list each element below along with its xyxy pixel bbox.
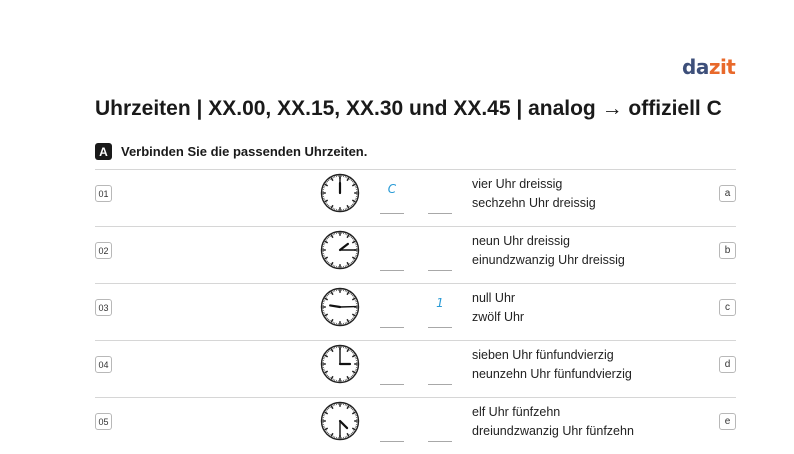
time-text: neun Uhr dreissigeinundzwanzig Uhr dreis…: [472, 232, 625, 269]
analog-clock: [320, 287, 360, 327]
answer-line-left: [380, 327, 404, 328]
item-letter: b: [719, 242, 736, 259]
item-letter: a: [719, 185, 736, 202]
row-divider: [95, 283, 736, 284]
exercise-row: 02 neun Uhr dreissigeinundzwanzig Uhr dre…: [95, 226, 736, 283]
instruction: A Verbinden Sie die passenden Uhrzeiten.: [95, 143, 367, 160]
exercise-row: 04 sieben Uhr fünfundvierzigneunzehn Uhr …: [95, 340, 736, 397]
item-number: 05: [95, 413, 112, 430]
time-text-line1: sieben Uhr fünfundvierzig: [472, 346, 632, 365]
time-text-line1: neun Uhr dreissig: [472, 232, 625, 251]
item-letter: c: [719, 299, 736, 316]
answer-right[interactable]: 1: [428, 296, 452, 310]
item-letter: d: [719, 356, 736, 373]
item-letter: e: [719, 413, 736, 430]
hour-hand: [330, 305, 340, 307]
time-text: sieben Uhr fünfundvierzigneunzehn Uhr fü…: [472, 346, 632, 383]
time-text-line1: elf Uhr fünfzehn: [472, 403, 634, 422]
answer-line-left: [380, 384, 404, 385]
section-badge: A: [95, 143, 112, 160]
item-number: 02: [95, 242, 112, 259]
answer-line-right: [428, 270, 452, 271]
time-text: vier Uhr dreissigsechzehn Uhr dreissig: [472, 175, 596, 212]
row-divider: [95, 169, 736, 170]
item-number: 04: [95, 356, 112, 373]
analog-clock: [320, 173, 360, 213]
time-text-line2: einundzwanzig Uhr dreissig: [472, 251, 625, 270]
answer-left[interactable]: C: [380, 182, 404, 196]
time-text-line1: null Uhr: [472, 289, 524, 308]
time-text-line2: zwölf Uhr: [472, 308, 524, 327]
analog-clock: [320, 230, 360, 270]
instruction-text: Verbinden Sie die passenden Uhrzeiten.: [121, 144, 367, 159]
dazit-logo: dazit: [682, 55, 735, 79]
time-text-line1: vier Uhr dreissig: [472, 175, 596, 194]
row-divider: [95, 226, 736, 227]
time-text-line2: neunzehn Uhr fünfundvierzig: [472, 365, 632, 384]
answer-line-left: [380, 270, 404, 271]
item-number: 03: [95, 299, 112, 316]
time-text: elf Uhr fünfzehndreiundzwanzig Uhr fünfz…: [472, 403, 634, 440]
answer-line-left: [380, 441, 404, 442]
page-title: Uhrzeiten | XX.00, XX.15, XX.30 und XX.4…: [95, 96, 722, 122]
row-divider: [95, 340, 736, 341]
time-text-line2: dreiundzwanzig Uhr fünfzehn: [472, 422, 634, 441]
exercise-row: 05 elf Uhr fünfzehndreiundzwanzig Uhr fün…: [95, 397, 736, 454]
row-divider: [95, 397, 736, 398]
exercise-row: 03 1 null Uhrzwölf Uhr c: [95, 283, 736, 340]
answer-line-right: [428, 441, 452, 442]
exercise-row: 01 Cvier Uhr dreissigsechzehn Uhr dreissi…: [95, 169, 736, 226]
answer-line-left: [380, 213, 404, 214]
time-text: null Uhrzwölf Uhr: [472, 289, 524, 326]
time-text-line2: sechzehn Uhr dreissig: [472, 194, 596, 213]
answer-line-right: [428, 327, 452, 328]
answer-line-right: [428, 384, 452, 385]
answer-line-right: [428, 213, 452, 214]
item-number: 01: [95, 185, 112, 202]
analog-clock: [320, 344, 360, 384]
analog-clock: [320, 401, 360, 441]
